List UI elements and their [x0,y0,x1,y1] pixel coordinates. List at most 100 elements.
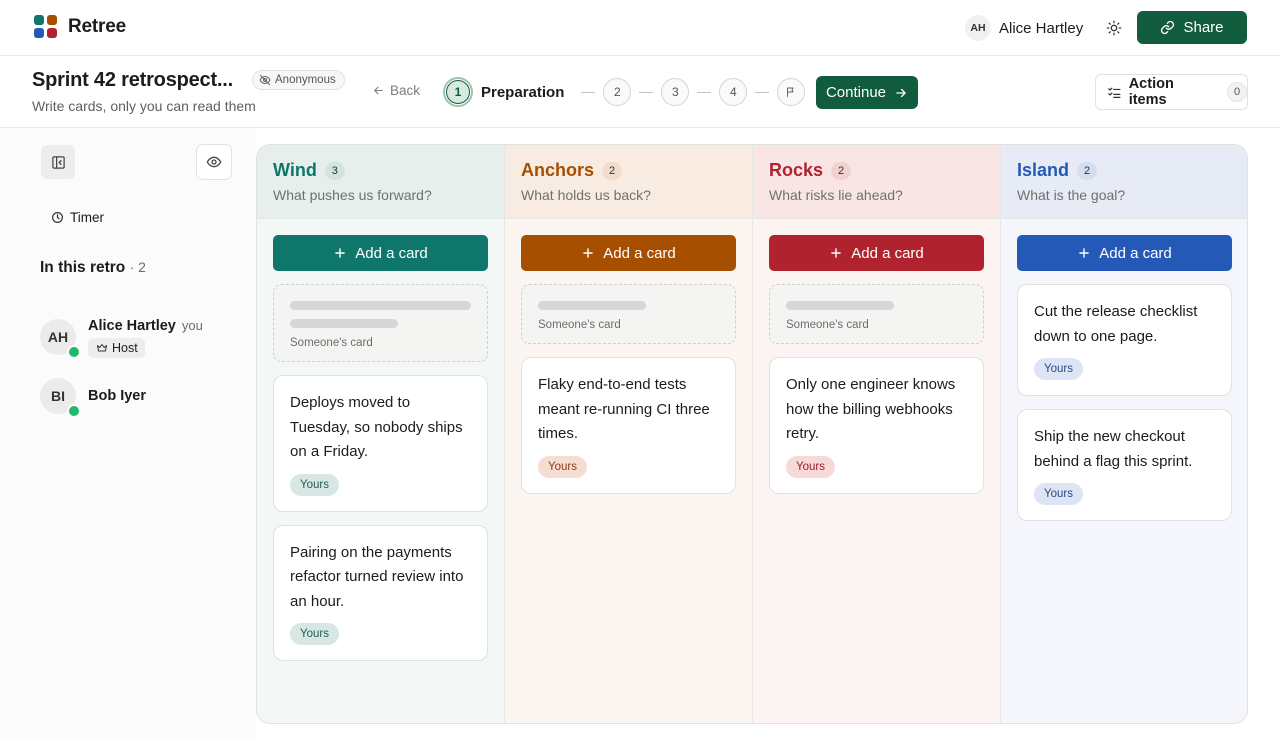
step-4[interactable]: 4 [719,78,748,106]
yours-tag: Yours [1034,358,1083,380]
step-divider [755,91,770,93]
card[interactable]: Deploys moved to Tuesday, so nobody ship… [273,375,488,512]
card-text: Flaky end-to-end tests meant re-running … [538,376,710,442]
collapse-sidebar-button[interactable] [41,145,75,179]
text-placeholder [290,319,398,328]
column-count: 2 [1077,161,1098,180]
card-text: Cut the release checklist down to one pa… [1034,303,1198,345]
back-label: Back [390,83,421,98]
add-card-button[interactable]: Add a card [273,235,488,271]
avatar: AH [965,15,991,41]
column-rocks: Rocks 2 What risks lie ahead? Add a card… [753,145,1001,723]
continue-label: Continue [825,84,887,101]
plus-icon [583,248,594,258]
column-title: Anchors [521,160,595,180]
visibility-button[interactable] [196,144,232,180]
participant-bob[interactable]: BI Bob Iyer [40,378,146,418]
eye-off-icon [259,75,271,85]
step-label: Preparation [481,83,565,101]
yours-tag: Yours [786,455,835,478]
column-count: 3 [324,161,345,180]
column-title: Rocks [769,160,824,180]
card[interactable]: Cut the release checklist down to one pa… [1017,284,1232,396]
retro-board: Wind 3 What pushes us forward? Add a car… [256,144,1248,724]
column-subtitle: What pushes us forward? [273,187,432,203]
back-button[interactable]: Back [372,83,420,98]
yours-tag: Yours [290,623,339,645]
action-items-button[interactable]: Action items 0 [1095,74,1248,110]
column-header: Rocks 2 What risks lie ahead? [753,145,1000,219]
column-anchors: Anchors 2 What holds us back? Add a card… [505,145,753,723]
column-island: Island 2 What is the goal? Add a card Cu… [1001,145,1247,723]
card[interactable]: Pairing on the payments refactor turned … [273,524,488,661]
clock-icon [52,212,63,223]
card[interactable]: Flaky end-to-end tests meant re-running … [521,357,736,494]
link-icon [1161,20,1175,35]
you-label: you [181,318,203,333]
yours-tag: Yours [290,473,339,496]
host-badge: Host [88,338,145,358]
column-title: Wind [273,160,317,180]
hidden-card-label: Someone's card [786,319,869,331]
hidden-card-label: Someone's card [538,319,621,331]
yours-tag: Yours [1034,483,1083,505]
column-count: 2 [831,161,852,180]
brand[interactable]: Retree [34,15,126,38]
card-text: Pairing on the payments refactor turned … [290,543,464,610]
sidebar: Timer In this retro · 2 AH Alice Hartley… [0,128,256,740]
timer-button[interactable]: Timer [51,210,104,225]
user-menu[interactable]: AH Alice Hartley [965,15,1083,41]
add-card-button[interactable]: Add a card [1017,235,1232,271]
text-placeholder [290,301,471,310]
plus-icon [831,248,842,258]
card-text: Deploys moved to Tuesday, so nobody ship… [290,394,463,460]
share-button[interactable]: Share [1137,11,1247,44]
hidden-card: Someone's card [521,284,736,344]
step-3[interactable]: 3 [661,78,690,106]
step-divider [697,91,712,93]
add-card-button[interactable]: Add a card [521,235,736,271]
column-body: Add a card Someone's card Deploys moved … [257,219,504,661]
page-subtitle: Write cards, only you can read them [32,98,256,114]
hidden-card: Someone's card [273,284,488,362]
column-body: Add a card Someone's card Flaky end-to-e… [505,219,752,494]
participant-alice[interactable]: AH Alice Hartley you Host [40,318,203,359]
card[interactable]: Only one engineer knows how the billing … [769,357,984,494]
step-2[interactable]: 2 [603,78,632,106]
step-finish[interactable] [777,78,806,106]
retro-header: Sprint 42 retrospect... Anonymous Write … [0,56,1280,128]
card-text: Ship the new checkout behind a flag this… [1034,428,1193,470]
card[interactable]: Ship the new checkout behind a flag this… [1017,409,1232,521]
checklist-icon [1108,87,1121,98]
column-wind: Wind 3 What pushes us forward? Add a car… [257,145,505,723]
arrow-left-icon [374,86,383,95]
hidden-card: Someone's card [769,284,984,344]
anonymous-badge: Anonymous [252,70,345,90]
avatar-initials: BI [51,388,65,404]
add-card-label: Add a card [355,244,428,262]
plus-icon [1079,248,1090,258]
step-1[interactable]: 1 [443,77,473,107]
avatar-initials: AH [47,329,69,345]
participants-heading: In this retro · 2 [40,259,146,277]
column-header: Anchors 2 What holds us back? [505,145,752,219]
panel-collapse-icon [51,155,65,169]
continue-button[interactable]: Continue [816,76,918,109]
column-subtitle: What risks lie ahead? [769,187,903,203]
badge-label: Anonymous [275,74,336,86]
action-items-count: 0 [1227,82,1247,102]
text-placeholder [538,301,646,310]
add-card-button[interactable]: Add a card [769,235,984,271]
avatar: BI [40,378,81,418]
column-count: 2 [602,161,623,180]
participants-count: · 2 [129,259,146,275]
flag-icon [787,87,794,97]
add-card-label: Add a card [851,244,924,262]
timer-label: Timer [70,210,104,225]
column-subtitle: What is the goal? [1017,187,1126,203]
column-title: Island [1017,160,1070,180]
user-name: Alice Hartley [999,19,1084,37]
top-bar: Retree AH Alice Hartley Share [0,0,1280,56]
avatar: AH [40,319,81,359]
theme-toggle-button[interactable] [1103,17,1125,39]
